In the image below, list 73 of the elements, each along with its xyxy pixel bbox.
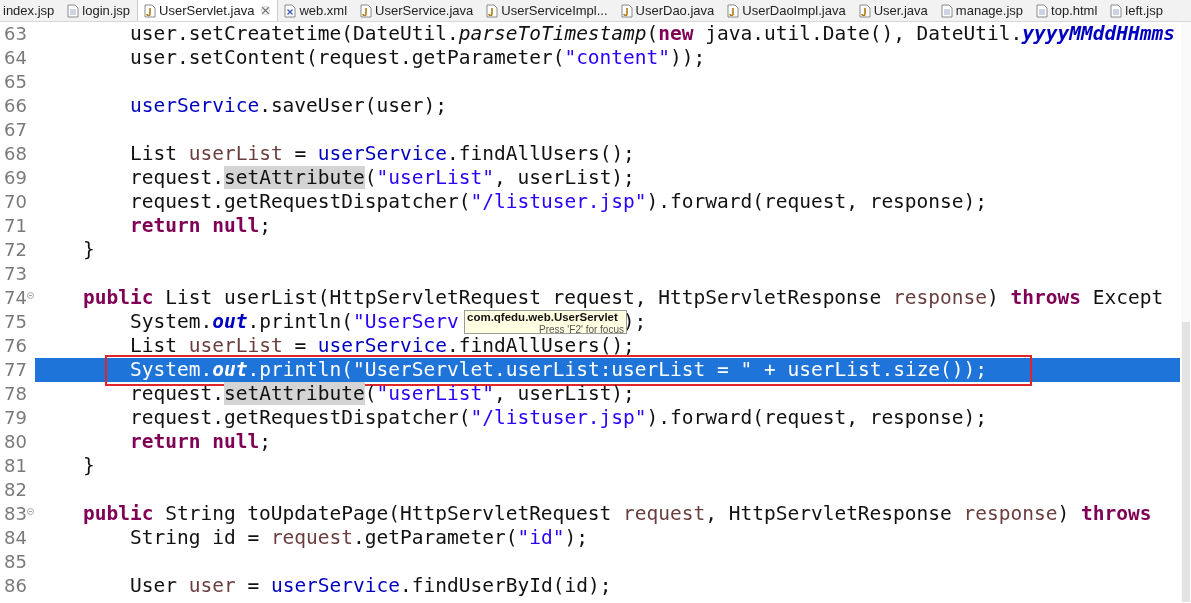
line-number: 73: [4, 263, 27, 285]
java-file-icon: [486, 3, 499, 18]
line-number: 80: [4, 431, 27, 453]
line-number: 83: [4, 503, 27, 525]
line-number: 74: [4, 287, 27, 309]
editor-tab[interactable]: left.jsp: [1104, 0, 1170, 21]
code-line: System.out.println("UserServ: [129, 310, 459, 334]
line-number: 64: [4, 47, 27, 69]
line-number: 67: [4, 119, 27, 141]
editor-tab[interactable]: UserService.java: [354, 0, 481, 21]
code-line: }: [82, 454, 95, 478]
line-number: 84: [4, 527, 27, 549]
line-number: 76: [4, 335, 27, 357]
code-line: User user = userService.findUserById(id);: [129, 574, 612, 598]
code-line: request.getRequestDispatcher("/listuser.jsp").forward(request, response);: [129, 190, 988, 214]
line-number: 79: [4, 407, 27, 429]
code-line: List userList = userService.findAllUsers();: [129, 142, 635, 166]
line-number: 81: [4, 455, 27, 477]
java-file-icon: [360, 3, 373, 18]
line-number: 77: [4, 359, 27, 381]
code-line: public List userList(HttpServletRequest request, HttpServletResponse response) throws Except: [82, 286, 1164, 310]
line-number: 75: [4, 311, 27, 333]
code-line: userService.saveUser(user);: [129, 94, 447, 118]
line-number: 82: [4, 479, 27, 501]
code-line: request.getRequestDispatcher("/listuser.jsp").forward(request, response);: [129, 406, 988, 430]
code-line: return null;: [129, 214, 271, 238]
fold-icon[interactable]: [27, 292, 34, 299]
line-number: 69: [4, 167, 27, 189]
editor-tab[interactable]: top.html: [1030, 0, 1105, 21]
line-number: 66: [4, 95, 27, 117]
line-number: 63: [4, 23, 27, 45]
line-number: 85: [4, 551, 27, 573]
close-icon[interactable]: [261, 6, 271, 15]
file-icon: [940, 3, 953, 18]
fold-icon[interactable]: [27, 508, 34, 515]
line-number: 86: [4, 575, 27, 597]
editor-tab[interactable]: web.xml: [278, 0, 355, 21]
editor-tab[interactable]: index.jsp: [0, 0, 62, 21]
line-number: 68: [4, 143, 27, 165]
xml-file-icon: [284, 3, 297, 18]
code-line: System.out.println("UserServlet.userList:userList = " + userList.size());: [129, 358, 988, 382]
code-line: request.setAttribute("userList", userList);: [129, 166, 635, 190]
line-number: 72: [4, 239, 27, 261]
line-number: 71: [4, 215, 27, 237]
code-line: }: [82, 238, 95, 262]
line-number: 78: [4, 383, 27, 405]
java-file-icon: [858, 3, 871, 18]
line-number: 70: [4, 191, 27, 213]
java-file-icon: [727, 3, 740, 18]
editor-tab[interactable]: UserServiceImpl...: [480, 0, 615, 21]
file-icon: [67, 3, 80, 18]
code-line: String id = request.getParameter("id");: [129, 526, 588, 550]
editor-tab[interactable]: UserServlet.java: [137, 0, 279, 21]
code-line: request.setAttribute("userList", userList);: [129, 382, 635, 406]
editor-tab[interactable]: UserDaoImpl.java: [721, 0, 853, 21]
editor-tab[interactable]: User.java: [852, 0, 935, 21]
file-icon: [1036, 3, 1049, 18]
editor-tab[interactable]: manage.jsp: [934, 0, 1031, 21]
code-line: public String toUpdatePage(HttpServletRequest request, HttpServletResponse response) throws: [82, 502, 1152, 526]
code-line: return null;: [129, 430, 271, 454]
code-line: user.setCreatetime(DateUtil.parseToTimestamp(new java.util.Date(), DateUtil.yyyyMMddHHmms: [129, 22, 1175, 46]
tooltip-title: com.qfedu.web.UserServlet: [467, 311, 619, 324]
code-line: user.setContent(request.getParameter("content"));: [129, 46, 706, 70]
line-number: 65: [4, 71, 27, 93]
tooltip-hint: Press 'F2' for focus: [539, 324, 624, 335]
editor-tab[interactable]: UserDao.java: [614, 0, 722, 21]
scrollbar-thumb[interactable]: [1182, 322, 1190, 602]
scrollbar[interactable]: [1181, 22, 1191, 602]
java-file-icon: [144, 3, 156, 18]
file-icon: [1110, 3, 1123, 18]
code-line: List userList = userService.findAllUsers();: [129, 334, 635, 358]
editor-tab[interactable]: login.jsp: [61, 0, 137, 21]
java-file-icon: [620, 3, 633, 18]
